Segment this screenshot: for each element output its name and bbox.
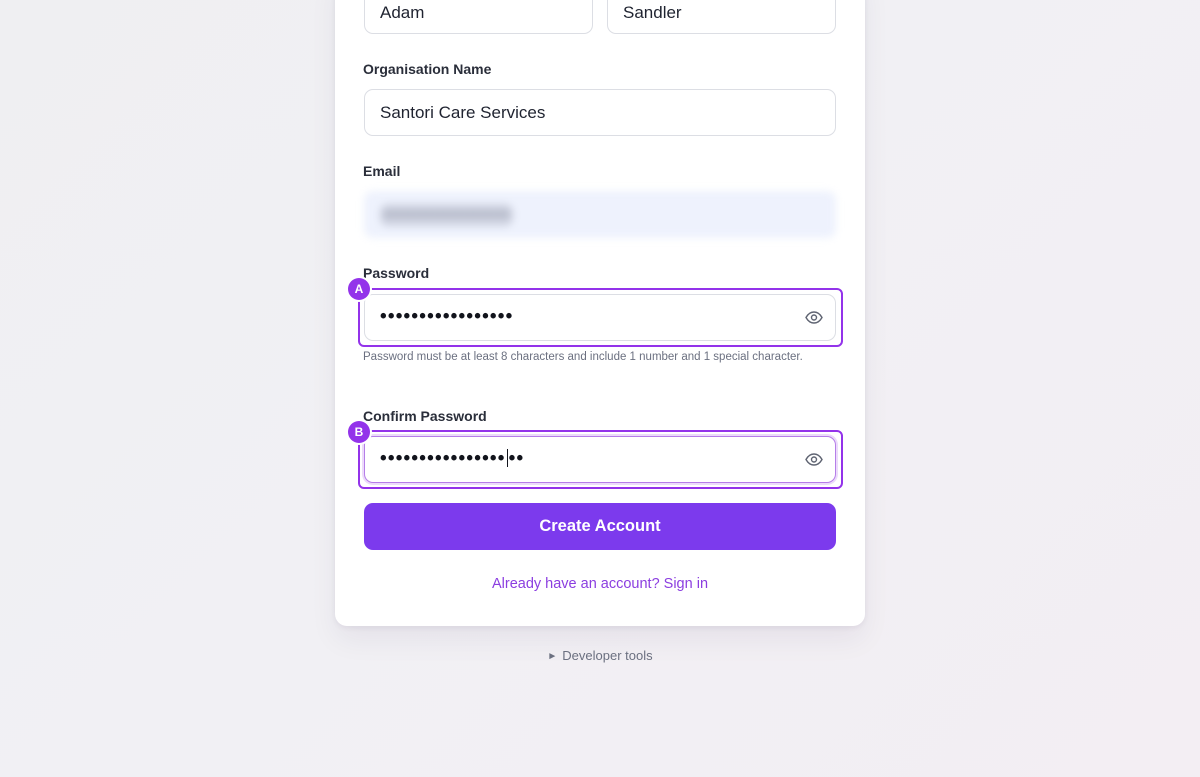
email-value-redacted: ••••••••••••••••••••• [380, 203, 513, 226]
annotation-badge-a: A [348, 278, 370, 300]
first-name-input[interactable]: Adam [364, 0, 593, 34]
password-input[interactable]: ••••••••••••••••• [364, 294, 836, 341]
eye-icon[interactable] [805, 311, 823, 325]
password-value: ••••••••••••••••• [380, 305, 514, 327]
confirm-password-value: •••••••••••••••• •• [380, 448, 524, 470]
password-label: Password [363, 265, 430, 281]
confirm-password-before-caret: •••••••••••••••• [380, 447, 506, 469]
organisation-label: Organisation Name [363, 61, 492, 77]
sign-in-link[interactable]: Already have an account? Sign in [364, 576, 836, 592]
last-name-value: Sandler [623, 3, 682, 22]
developer-tools-label: Developer tools [562, 648, 653, 663]
organisation-input[interactable]: Santori Care Services [364, 89, 836, 136]
confirm-password-label: Confirm Password [363, 408, 487, 424]
developer-tools-toggle[interactable]: ► Developer tools [400, 648, 800, 663]
last-name-input[interactable]: Sandler [607, 0, 836, 34]
text-caret [506, 449, 508, 468]
triangle-right-icon: ► [547, 651, 558, 662]
email-input[interactable]: ••••••••••••••••••••• [364, 191, 836, 238]
confirm-password-after-caret: •• [508, 447, 525, 469]
email-label: Email [363, 163, 401, 179]
create-account-button[interactable]: Create Account [364, 503, 836, 550]
password-hint: Password must be at least 8 characters a… [363, 351, 803, 363]
eye-icon[interactable] [805, 453, 823, 467]
organisation-value: Santori Care Services [380, 102, 546, 122]
confirm-password-input[interactable]: •••••••••••••••• •• [364, 436, 836, 483]
first-name-value: Adam [380, 3, 425, 22]
annotation-badge-b: B [348, 421, 370, 443]
